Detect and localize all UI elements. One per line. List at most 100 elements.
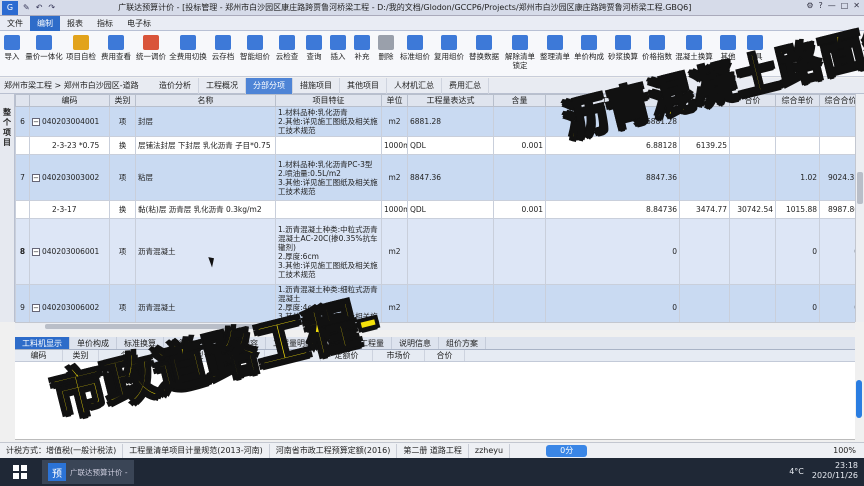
cell-price[interactable]: 3474.77 xyxy=(679,200,730,219)
cell-code[interactable]: 2-3-17 xyxy=(29,200,110,219)
table-row[interactable]: 6−040203004001 项封层 1.材料品种:乳化沥青 2.其他:详见施工图纸… xyxy=(15,106,855,137)
cell-price[interactable] xyxy=(679,218,730,285)
cell-total[interactable] xyxy=(729,218,776,285)
cell-feature[interactable]: 1.沥青混凝土种类:中粒式沥青混凝土AC-20C(掺0.35%抗车辙剂) 2.厚… xyxy=(275,218,382,285)
cell-expr[interactable]: 6881.28 xyxy=(407,106,494,137)
cell-unit[interactable]: 1000m2 xyxy=(381,136,408,155)
cell-qty[interactable]: 0 xyxy=(545,284,680,322)
cell-content[interactable]: 0.001 xyxy=(493,136,546,155)
cell-feature[interactable]: 1.材料品种:乳化沥青 2.其他:详见施工图纸及相关施工技术规范 xyxy=(275,106,382,137)
cell-unit[interactable]: m2 xyxy=(381,154,408,201)
cell-content[interactable] xyxy=(493,106,546,137)
cell-qty[interactable]: 0 xyxy=(545,218,680,285)
cell-no[interactable]: 6 xyxy=(15,106,30,137)
edit-icon[interactable]: ✎ xyxy=(23,3,30,12)
ribbon-button-supplement[interactable]: 补充 xyxy=(350,31,374,76)
cell-unit[interactable]: m2 xyxy=(381,284,408,322)
tab-4[interactable]: 其他项目 xyxy=(340,77,387,94)
cell-qty[interactable]: 8847.36 xyxy=(545,154,680,201)
cell-name[interactable]: 沥青混凝土 xyxy=(135,218,276,285)
cell-expr[interactable]: QDL xyxy=(407,200,494,219)
ribbon-button-cloud-check[interactable]: 云检查 xyxy=(272,31,302,76)
cell-unit[interactable]: m2 xyxy=(381,218,408,285)
tab-6[interactable]: 费用汇总 xyxy=(442,77,489,94)
ribbon-button-smart-price[interactable]: 智能组价 xyxy=(238,31,272,76)
cell-utotal[interactable] xyxy=(819,106,855,137)
start-button[interactable] xyxy=(0,458,40,486)
score-badge[interactable]: 0分 xyxy=(546,444,588,457)
cell-total[interactable] xyxy=(729,284,776,322)
detail-tab-8[interactable]: 组价方案 xyxy=(439,337,486,349)
tab-2[interactable]: 分部分项 xyxy=(246,77,293,94)
cell-utotal[interactable] xyxy=(819,136,855,155)
close-button[interactable]: ✕ xyxy=(853,1,860,10)
menu-item-2[interactable]: 报表 xyxy=(60,16,90,31)
resource-column-header[interactable]: 市场价 xyxy=(373,350,425,361)
cell-utotal[interactable]: 9024.31 xyxy=(819,154,855,201)
cell-unit[interactable]: 1000m2 xyxy=(381,200,408,219)
grid-horizontal-scrollbar[interactable] xyxy=(15,322,855,330)
cell-uprice[interactable] xyxy=(775,136,820,155)
collapse-icon[interactable]: − xyxy=(32,118,40,126)
tab-3[interactable]: 措施项目 xyxy=(293,77,340,94)
cell-code[interactable]: −040203004001 xyxy=(29,106,110,137)
menu-item-1[interactable]: 编制 xyxy=(30,15,60,31)
cell-utotal[interactable]: 8987.86 xyxy=(819,200,855,219)
ribbon-button-cloud-save[interactable]: 云存档 xyxy=(208,31,238,76)
cell-name[interactable]: 粘层 xyxy=(135,154,276,201)
collapse-icon[interactable]: − xyxy=(32,248,40,256)
ribbon-button-adjust-price[interactable]: 统一调价 xyxy=(134,31,168,76)
ribbon-button-switch[interactable]: 全费用切换 xyxy=(168,31,208,76)
cell-expr[interactable] xyxy=(407,218,494,285)
cell-cat[interactable]: 换 xyxy=(109,200,136,219)
cell-code[interactable]: −040203003002 xyxy=(29,154,110,201)
cell-expr[interactable]: 8847.36 xyxy=(407,154,494,201)
cell-no[interactable] xyxy=(15,200,30,219)
cell-content[interactable] xyxy=(493,218,546,285)
column-header[interactable]: 单位 xyxy=(381,94,408,107)
cell-total[interactable] xyxy=(729,106,776,137)
cell-name[interactable]: 封层 xyxy=(135,106,276,137)
ribbon-button-insert[interactable]: 插入 xyxy=(326,31,350,76)
cell-content[interactable] xyxy=(493,154,546,201)
cell-no[interactable]: 8 xyxy=(15,218,30,285)
ribbon-button-check[interactable]: 项目自检 xyxy=(64,31,98,76)
cell-uprice[interactable]: 0 xyxy=(775,284,820,322)
redo-icon[interactable]: ↷ xyxy=(48,3,55,12)
cell-cat[interactable]: 项 xyxy=(109,284,136,322)
tab-5[interactable]: 人材机汇总 xyxy=(387,77,442,94)
cell-name[interactable]: 黏(粘)层 沥青层 乳化沥青 0.3kg/m2 xyxy=(135,200,276,219)
zoom-level[interactable]: 100% xyxy=(833,446,856,455)
cell-total[interactable]: 30742.54 xyxy=(729,200,776,219)
resource-column-header[interactable]: 合价 xyxy=(425,350,465,361)
maximize-button[interactable]: □ xyxy=(841,1,849,10)
table-row[interactable]: 9−040203006002 项沥青混凝土 1.沥青混凝土种类:细粒式沥青混凝土 2… xyxy=(15,284,855,322)
cell-content[interactable] xyxy=(493,284,546,322)
ribbon-button-organize-list[interactable]: 整理清单 xyxy=(538,31,572,76)
tab-0[interactable]: 造价分析 xyxy=(152,77,199,94)
menu-item-3[interactable]: 指标 xyxy=(90,16,120,31)
help-icon[interactable]: ? xyxy=(818,1,822,10)
ribbon-button-reuse-price[interactable]: 复用组价 xyxy=(432,31,466,76)
weather-label[interactable]: 4°C xyxy=(789,467,804,476)
cell-cat[interactable]: 项 xyxy=(109,106,136,137)
cell-utotal[interactable]: 0 xyxy=(819,218,855,285)
cell-code[interactable]: −040203006002 xyxy=(29,284,110,322)
scrollbar-thumb[interactable] xyxy=(857,172,863,204)
column-header[interactable]: 综合合价 xyxy=(819,94,855,107)
cell-feature[interactable] xyxy=(275,200,382,219)
cell-price[interactable] xyxy=(679,154,730,201)
minimize-button[interactable]: — xyxy=(828,1,836,10)
cell-feature[interactable]: 1.材料品种:乳化沥青PC-3型 2.喷油量:0.5L/m2 3.其他:详见施工… xyxy=(275,154,382,201)
column-header[interactable]: 工程量表达式 xyxy=(407,94,494,107)
collapse-icon[interactable]: − xyxy=(32,174,40,182)
cell-cat[interactable]: 项 xyxy=(109,154,136,201)
cell-feature[interactable] xyxy=(275,136,382,155)
undo-icon[interactable]: ↶ xyxy=(36,3,43,12)
cell-code[interactable]: −040203006001 xyxy=(29,218,110,285)
tab-1[interactable]: 工程概况 xyxy=(199,77,246,94)
cell-content[interactable]: 0.001 xyxy=(493,200,546,219)
menu-item-0[interactable]: 文件 xyxy=(0,16,30,31)
taskbar-app-glodon[interactable]: 预 广联达预算计价 - xyxy=(42,460,134,484)
ribbon-button-search[interactable]: 查询 xyxy=(302,31,326,76)
